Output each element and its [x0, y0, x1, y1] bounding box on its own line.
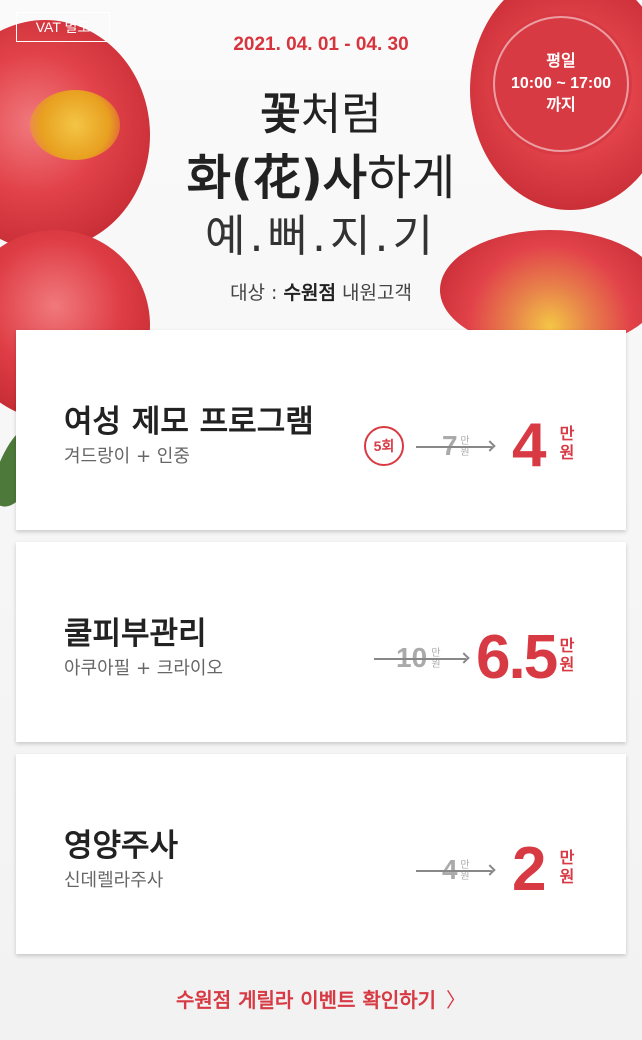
headline-line-1-rest: 처럼	[300, 89, 382, 140]
chevron-right-icon: 〉	[446, 988, 467, 1012]
program-card-laser-hair-removal[interactable]: 여성 제모 프로그램 겨드랑이 + 인중 5회 7 만원 4 만원	[16, 330, 626, 530]
program-title: 여성 제모 프로그램	[64, 404, 314, 440]
weekday-label: 평일	[546, 53, 576, 70]
program-subtitle: 겨드랑이 + 인중	[64, 446, 190, 467]
target-branch: 수원점	[283, 282, 336, 304]
arrow-right-icon	[458, 652, 470, 664]
cta-label: 수원점 게릴라 이벤트 확인하기	[175, 988, 437, 1012]
arrow-right-icon	[484, 864, 496, 876]
headline-line-2: 화(花)사하게	[0, 138, 642, 208]
target-audience: 대상 : 수원점 내원고객	[0, 278, 642, 305]
new-price: 6.5	[476, 623, 558, 692]
arrow-right-icon	[484, 440, 496, 452]
target-suffix: 내원고객	[335, 282, 412, 304]
new-price: 4	[512, 411, 547, 480]
headline-line-2-bold: 화(花)사	[186, 150, 367, 206]
new-price: 2	[512, 835, 547, 904]
program-card-cool-skin-care[interactable]: 쿨피부관리 아쿠아필 + 크라이오 10 만원 6.5 만원	[16, 542, 626, 742]
program-card-nutrition-injection[interactable]: 영양주사 신데렐라주사 4 만원 2 만원	[16, 754, 626, 954]
event-page: VAT 별도 2021. 04. 01 - 04. 30 평일 10:00 ~ …	[0, 0, 642, 1040]
headline-line-2-rest: 하게	[366, 150, 456, 206]
strike-line	[416, 446, 492, 448]
new-price-unit: 만원	[559, 636, 575, 674]
target-prefix: 대상 :	[230, 282, 284, 304]
headline-line-1: 꽃처럼	[0, 78, 642, 142]
program-title: 영양주사	[64, 828, 179, 864]
program-subtitle: 아쿠아필 + 크라이오	[64, 658, 224, 679]
new-price-unit: 만원	[559, 848, 575, 886]
headline-line-1-bold: 꽃	[260, 89, 301, 140]
strike-line	[416, 870, 492, 872]
guerrilla-event-link[interactable]: 수원점 게릴라 이벤트 확인하기 〉	[0, 984, 642, 1013]
program-subtitle: 신데렐라주사	[64, 870, 164, 891]
headline-line-3: 예.뻐.지.기	[205, 211, 437, 262]
new-price-unit: 만원	[559, 424, 575, 462]
strike-line	[374, 658, 466, 660]
sessions-badge: 5회	[364, 426, 404, 466]
program-title: 쿨피부관리	[64, 616, 207, 652]
